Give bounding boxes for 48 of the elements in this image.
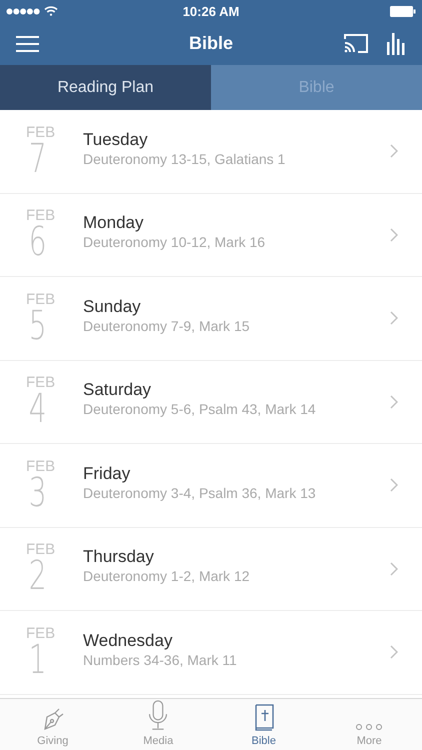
date-month: FEB — [26, 626, 56, 641]
readings-label: Numbers 34-36, Mark 11 — [83, 652, 238, 668]
readings-label: Deuteronomy 10-12, Mark 16 — [83, 234, 266, 250]
date-month: FEB — [26, 375, 56, 390]
readings-label: Deuteronomy 3-4, Psalm 36, Mark 13 — [83, 484, 317, 501]
chevron-right-icon — [390, 311, 398, 326]
segment-tab[interactable]: Reading Plan — [0, 65, 211, 110]
date-month: FEB — [26, 542, 56, 558]
weekday-label: Tuesday — [83, 130, 149, 150]
signal-icon — [6, 8, 40, 14]
weekday-label: Sunday — [83, 296, 142, 317]
readings-label: Deuteronomy 1-2, Mark 12 — [83, 568, 251, 584]
date-day: 5 — [26, 306, 47, 345]
date-month: FEB — [26, 292, 56, 307]
weekday-label: Wednesday — [83, 630, 174, 651]
weekday-label: Friday — [83, 464, 132, 484]
date-day: 2 — [26, 557, 47, 596]
bar-chart-icon[interactable] — [386, 32, 406, 54]
chevron-right-icon — [390, 478, 398, 492]
microphone-icon — [147, 700, 170, 732]
readings-label: Deuteronomy 13-15, Galatians 1 — [83, 150, 286, 167]
chevron-right-icon — [390, 144, 398, 158]
readings-label: Deuteronomy 5-6, Psalm 43, Mark 14 — [83, 401, 317, 418]
menu-icon[interactable] — [16, 36, 39, 52]
date-day: 3 — [26, 474, 47, 512]
chevron-right-icon — [390, 562, 398, 576]
date-day: 6 — [26, 223, 47, 262]
weekday-label: Saturday — [83, 380, 152, 400]
readings-label: Deuteronomy 7-9, Mark 15 — [83, 318, 251, 334]
battery-icon — [390, 6, 416, 16]
status-time: 10:26 AM — [182, 4, 240, 18]
tab-bar-item[interactable]: Bible — [211, 699, 316, 750]
chevron-right-icon — [390, 645, 398, 660]
date-day: 4 — [26, 390, 47, 428]
date-month: FEB — [26, 458, 56, 474]
cast-icon[interactable] — [344, 34, 368, 53]
date-day: 7 — [26, 140, 47, 178]
date-month: FEB — [26, 124, 56, 140]
weekday-label: Thursday — [83, 547, 155, 568]
date-day: 1 — [26, 640, 47, 679]
screen-title: Bible — [188, 33, 234, 54]
chevron-right-icon — [390, 394, 398, 409]
wifi-icon — [44, 6, 58, 16]
weekday-label: Monday — [83, 213, 144, 234]
date-month: FEB — [26, 208, 56, 224]
more-icon — [355, 722, 384, 732]
bible-icon — [252, 704, 275, 732]
chevron-right-icon — [390, 228, 398, 242]
